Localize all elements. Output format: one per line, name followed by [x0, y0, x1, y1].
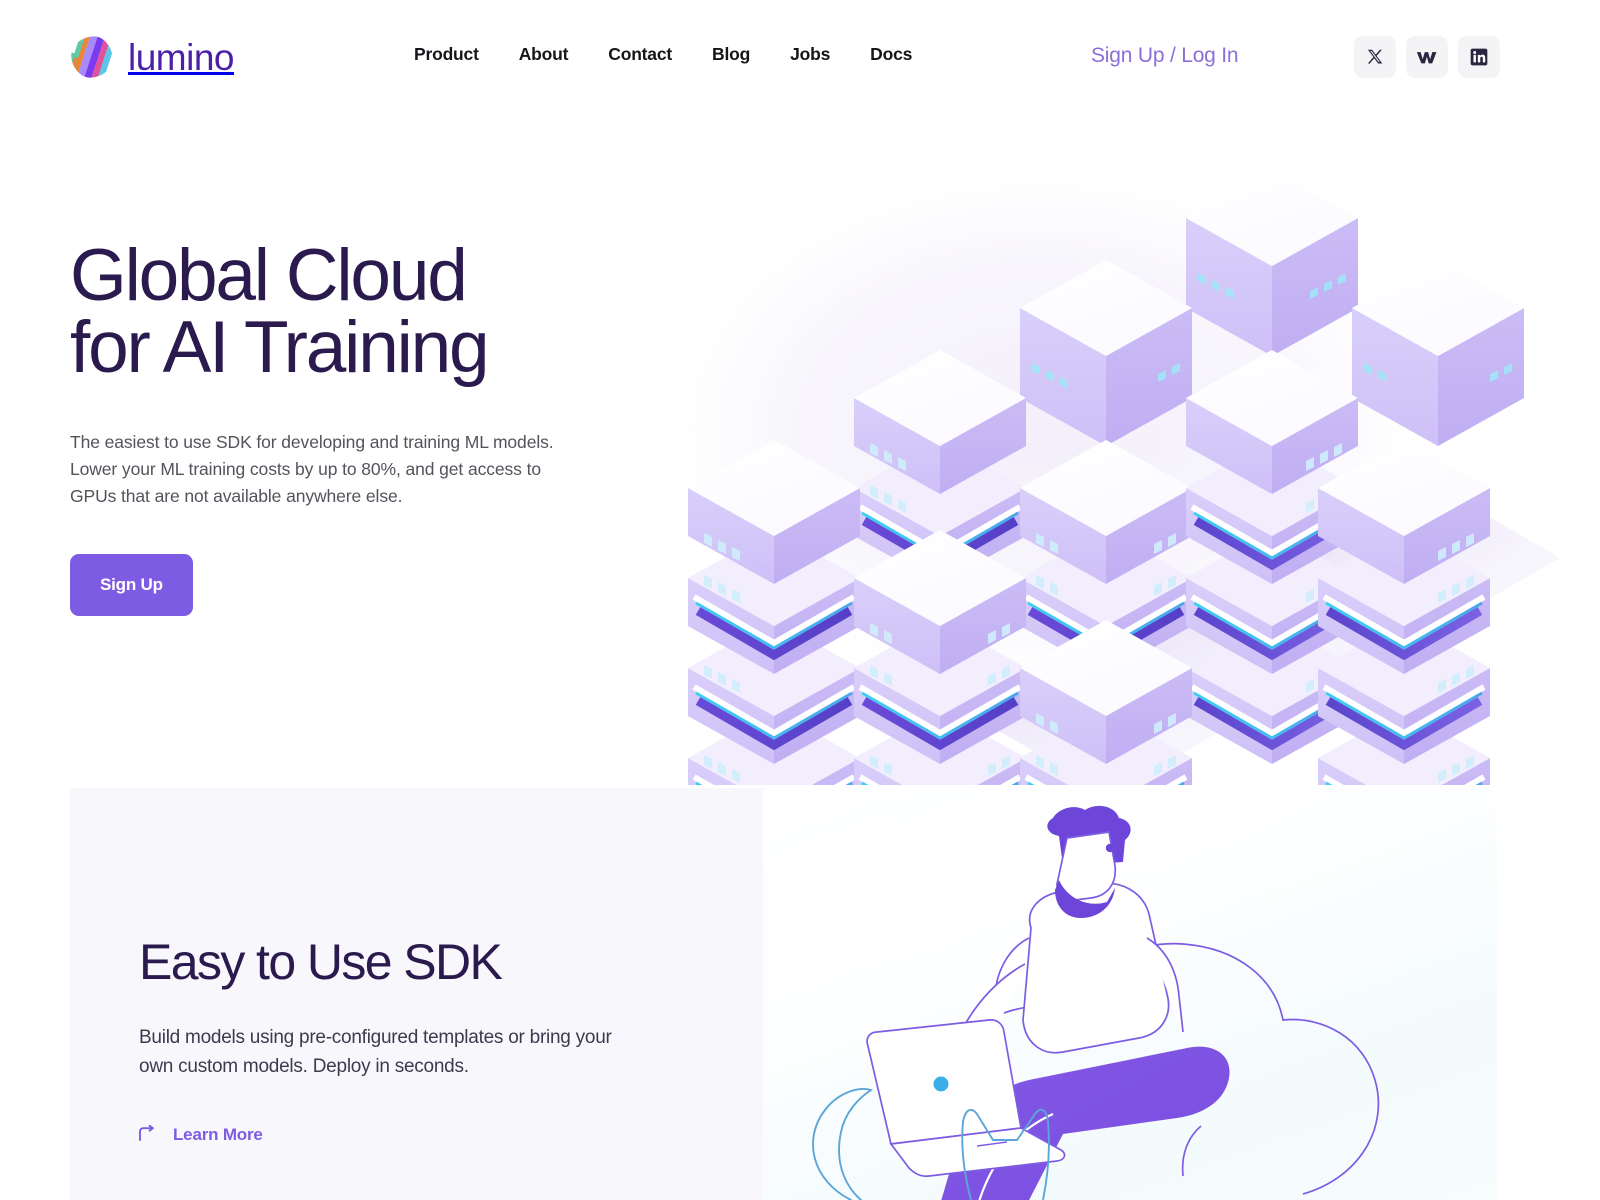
sdk-illustration-panel — [763, 788, 1497, 1200]
sdk-copy: Easy to Use SDK Build models using pre-c… — [139, 936, 699, 1146]
social-linkedin-button[interactable] — [1458, 36, 1500, 78]
linkedin-icon — [1469, 47, 1489, 67]
landing-page: lumino Product About Contact Blog Jobs D… — [0, 0, 1600, 1200]
social-links — [1354, 36, 1500, 78]
hero-title: Global Cloud for AI Training — [70, 235, 490, 389]
server-stack — [854, 530, 1026, 785]
brand-logo-link[interactable]: lumino — [65, 30, 235, 84]
sdk-learn-more-link[interactable]: Learn More — [139, 1124, 699, 1146]
sdk-learn-more-label: Learn More — [173, 1125, 263, 1145]
server-stack — [688, 440, 860, 785]
nav-item-about[interactable]: About — [519, 44, 569, 65]
nav-item-blog[interactable]: Blog — [712, 44, 750, 65]
x-twitter-icon — [1366, 48, 1385, 67]
arrow-turn-right-icon — [139, 1124, 157, 1146]
server-stack — [1186, 170, 1358, 356]
sdk-text-panel: Easy to Use SDK Build models using pre-c… — [70, 788, 770, 1200]
nav-item-docs[interactable]: Docs — [870, 44, 912, 65]
server-stack — [1352, 260, 1524, 446]
social-x-twitter-button[interactable] — [1354, 36, 1396, 78]
brand-name: lumino — [128, 36, 235, 78]
main-nav: Product About Contact Blog Jobs Docs — [414, 44, 912, 65]
hero-signup-button[interactable]: Sign Up — [70, 553, 193, 616]
social-webflow-button[interactable] — [1406, 36, 1448, 78]
nav-item-contact[interactable]: Contact — [608, 44, 672, 65]
signup-login-link[interactable]: Sign Up / Log In — [1091, 44, 1239, 68]
isometric-server-racks-illustration — [620, 125, 1580, 785]
server-stack-grid — [688, 170, 1524, 785]
webflow-w-icon — [1416, 48, 1438, 67]
hero-section: Global Cloud for AI Training The easiest… — [0, 115, 1600, 790]
hero-subtitle: The easiest to use SDK for developing an… — [70, 431, 554, 506]
nav-item-jobs[interactable]: Jobs — [790, 44, 830, 65]
sdk-title: Easy to Use SDK — [139, 934, 503, 990]
nav-item-product[interactable]: Product — [414, 44, 479, 65]
hero-copy: Global Cloud for AI Training The easiest… — [70, 235, 670, 616]
sdk-subtitle: Build models using pre-configured templa… — [139, 1026, 612, 1077]
sdk-section: Easy to Use SDK Build models using pre-c… — [0, 788, 1600, 1200]
site-header: lumino Product About Contact Blog Jobs D… — [0, 0, 1600, 115]
server-stack — [1020, 260, 1192, 446]
lumino-stripes-logo-icon — [65, 30, 119, 84]
person-with-laptop-illustration — [812, 805, 1380, 1200]
server-stack — [1318, 440, 1490, 785]
